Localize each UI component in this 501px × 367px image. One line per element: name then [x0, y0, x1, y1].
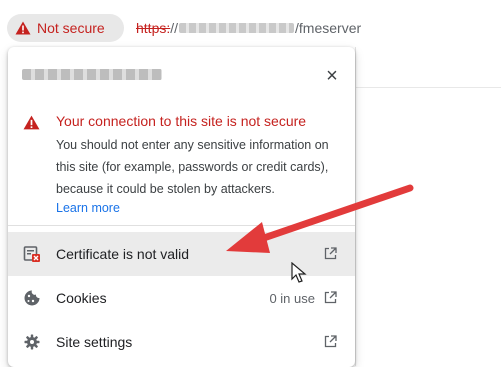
popup-header: ×	[8, 47, 355, 105]
cookies-count: 0 in use	[269, 290, 315, 306]
page-header-strip	[356, 47, 501, 88]
close-button[interactable]: ×	[321, 65, 343, 87]
url-scheme: https:	[136, 20, 171, 36]
page-content	[355, 47, 501, 366]
security-label: Not secure	[37, 20, 105, 36]
security-chip[interactable]: Not secure	[7, 14, 124, 42]
mouse-cursor-icon	[291, 262, 307, 283]
site-info-popup: × Your connection to this site is not se…	[8, 47, 355, 367]
warning-body: You should not enter any sensitive infor…	[56, 138, 329, 196]
gear-icon	[24, 334, 40, 350]
redacted-site-name	[22, 69, 162, 80]
certificate-icon	[23, 246, 40, 262]
url-text[interactable]: https: // /fmeserver	[136, 20, 361, 36]
warning-title: Your connection to this site is not secu…	[56, 113, 307, 129]
warning-icon	[15, 21, 31, 35]
security-warning: Your connection to this site is not secu…	[8, 105, 355, 225]
row-label: Cookies	[56, 290, 107, 306]
learn-more-link[interactable]: Learn more	[56, 201, 120, 215]
warning-icon	[23, 115, 40, 130]
redacted-host	[179, 23, 295, 33]
row-label: Site settings	[56, 334, 133, 350]
row-label: Certificate is not valid	[56, 246, 190, 262]
url-path: /fmeserver	[295, 20, 362, 36]
divider	[8, 225, 355, 226]
external-link-icon[interactable]	[324, 335, 337, 348]
external-link-icon[interactable]	[324, 291, 337, 304]
external-link-icon[interactable]	[324, 247, 337, 260]
url-separator: //	[170, 20, 179, 36]
site-settings-row[interactable]: Site settings	[8, 320, 355, 364]
address-bar: Not secure https: // /fmeserver	[0, 0, 501, 46]
cookie-icon	[24, 290, 40, 306]
